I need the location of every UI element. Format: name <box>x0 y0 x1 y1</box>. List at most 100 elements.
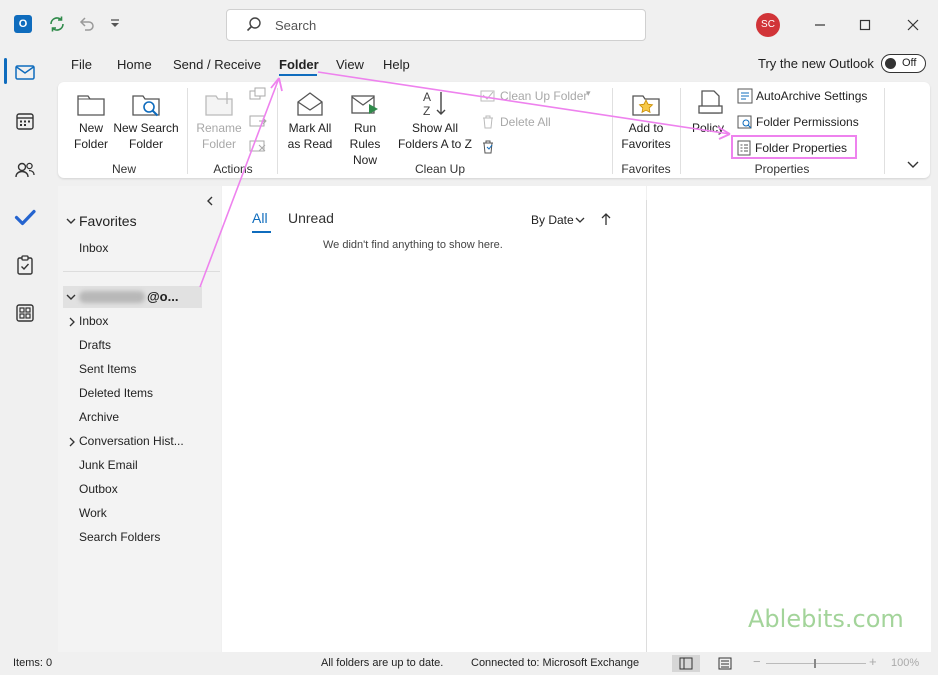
ribbon-separator <box>680 88 681 174</box>
undo-icon[interactable] <box>77 14 97 34</box>
tab-home[interactable]: Home <box>117 57 152 72</box>
clean-up-folder-button[interactable]: Clean Up Folder ▾ <box>480 88 600 104</box>
zoom-level[interactable]: 100% <box>891 657 919 669</box>
folder-permissions-button[interactable]: Folder Permissions <box>737 113 867 131</box>
folder-work[interactable]: Work <box>79 506 107 520</box>
folder-inbox[interactable]: Inbox <box>79 314 108 328</box>
delete-folder-icon[interactable] <box>249 138 267 154</box>
tab-view[interactable]: View <box>336 57 364 72</box>
folder-outbox[interactable]: Outbox <box>79 482 118 496</box>
copy-folder-icon[interactable] <box>249 87 267 103</box>
chevron-right-icon[interactable] <box>67 316 77 328</box>
delete-all-icon <box>483 115 493 129</box>
rename-folder-button[interactable]: Rename Folder <box>193 88 245 160</box>
ribbon-separator <box>612 88 613 174</box>
mail-icon[interactable] <box>13 60 37 84</box>
sort-direction-up-icon[interactable] <box>600 211 612 227</box>
folder-search-folders[interactable]: Search Folders <box>79 530 160 544</box>
sort-az-icon: AZ <box>423 90 446 118</box>
nav-divider <box>63 271 220 272</box>
group-label-clean-up: Clean Up <box>414 162 466 176</box>
account-header[interactable]: @o... <box>63 286 202 308</box>
favorites-header[interactable]: Favorites <box>79 213 137 229</box>
run-rules-button[interactable]: Run Rules Now <box>337 88 393 167</box>
chevron-down-icon[interactable] <box>65 215 77 227</box>
chevron-right-icon[interactable] <box>67 436 77 448</box>
reading-view-icon[interactable] <box>718 657 732 670</box>
tab-send-receive[interactable]: Send / Receive <box>173 57 261 72</box>
folder-sent-items[interactable]: Sent Items <box>79 362 136 376</box>
svg-text:A: A <box>423 90 431 104</box>
sort-by-date[interactable]: By Date <box>531 213 574 227</box>
chevron-down-icon[interactable] <box>574 215 586 225</box>
mark-all-read-icon <box>297 92 323 116</box>
move-folder-icon[interactable] <box>249 113 267 129</box>
show-all-folders-button[interactable]: AZ Show All Folders A to Z <box>396 88 474 160</box>
rename-folder-icon <box>205 92 233 116</box>
avatar[interactable]: SC <box>756 13 780 37</box>
mark-all-read-label: Mark All as Read <box>287 121 333 151</box>
collapse-pane-chevron-icon[interactable] <box>205 195 215 207</box>
delete-all-label: Delete All <box>500 115 551 129</box>
mark-all-read-button[interactable]: Mark All as Read <box>284 88 336 160</box>
zoom-slider[interactable] <box>766 663 866 664</box>
delete-all-button[interactable]: Delete All <box>480 114 560 130</box>
group-label-new: New <box>111 162 136 176</box>
new-search-folder-button[interactable]: New Search Folder <box>113 88 179 160</box>
outlook-icon: O <box>14 15 32 33</box>
search-icon <box>245 16 263 34</box>
normal-view-button[interactable] <box>672 655 700 672</box>
policy-button[interactable]: Policy <box>690 88 730 138</box>
chevron-down-icon <box>66 294 76 300</box>
search-box[interactable]: Search <box>226 9 646 41</box>
new-folder-button[interactable]: New Folder <box>70 88 112 160</box>
ribbon-separator <box>187 88 188 174</box>
clean-up-folder-icon <box>480 90 495 102</box>
sync-icon[interactable] <box>47 14 67 34</box>
filter-tab-unread[interactable]: Unread <box>288 210 334 226</box>
folder-archive[interactable]: Archive <box>79 410 119 424</box>
group-label-actions: Actions <box>213 162 253 176</box>
group-label-favorites: Favorites <box>621 162 671 176</box>
folder-properties-icon <box>737 140 751 156</box>
status-connection: Connected to: Microsoft Exchange <box>471 657 640 669</box>
tab-file[interactable]: File <box>71 57 92 72</box>
folder-drafts[interactable]: Drafts <box>79 338 111 352</box>
reading-pane <box>647 186 931 652</box>
rail-active-indicator <box>4 58 7 84</box>
folder-junk-email[interactable]: Junk Email <box>79 458 138 472</box>
people-icon[interactable] <box>13 158 37 182</box>
zoom-out-icon[interactable]: − <box>753 654 761 669</box>
folder-permissions-label: Folder Permissions <box>756 115 859 129</box>
maximize-icon[interactable] <box>853 13 877 37</box>
todo-icon[interactable] <box>13 205 37 229</box>
new-folder-icon <box>77 95 105 116</box>
tab-folder[interactable]: Folder <box>279 57 319 72</box>
new-outlook-toggle[interactable]: Off <box>881 54 926 73</box>
folder-conversation-history[interactable]: Conversation Hist... <box>79 434 184 448</box>
close-icon[interactable] <box>901 13 925 37</box>
tasks-icon[interactable] <box>13 253 37 277</box>
apps-icon[interactable] <box>13 301 37 325</box>
message-list <box>222 186 646 652</box>
normal-view-icon <box>679 657 693 670</box>
folder-deleted-items[interactable]: Deleted Items <box>79 386 153 400</box>
autoarchive-settings-button[interactable]: AutoArchive Settings <box>737 87 877 105</box>
recover-deleted-icon[interactable] <box>480 139 496 155</box>
filter-tab-all[interactable]: All <box>252 210 268 226</box>
new-search-folder-icon <box>132 95 160 117</box>
add-to-favorites-button[interactable]: Add to Favorites <box>619 88 673 160</box>
account-email-suffix: @o... <box>147 289 179 304</box>
favorites-inbox[interactable]: Inbox <box>79 241 108 255</box>
folder-properties-button[interactable]: Folder Properties <box>731 135 857 159</box>
zoom-in-icon[interactable]: + <box>869 654 877 669</box>
zoom-slider-thumb[interactable] <box>814 659 816 668</box>
customize-qat-icon[interactable] <box>105 14 125 34</box>
app-rail <box>0 50 50 650</box>
try-new-outlook-label: Try the new Outlook <box>758 56 874 71</box>
ribbon-expand-chevron-icon[interactable] <box>906 159 920 171</box>
minimize-icon[interactable] <box>808 13 832 37</box>
tab-help[interactable]: Help <box>383 57 410 72</box>
add-to-favorites-label: Add to Favorites <box>621 121 671 151</box>
calendar-icon[interactable] <box>13 109 37 133</box>
